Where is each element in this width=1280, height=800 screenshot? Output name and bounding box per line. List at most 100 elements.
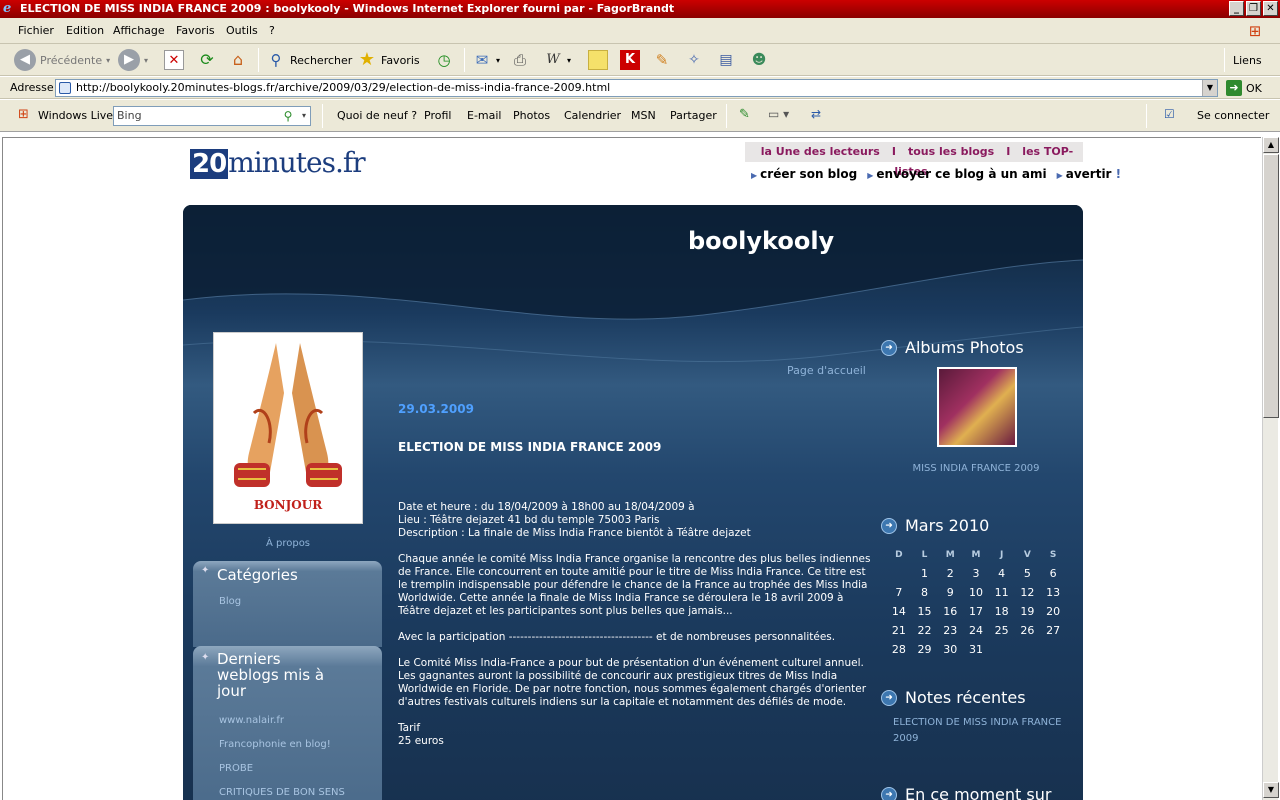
post-info-line: Date et heure : du 18/04/2009 à 18h00 au… — [398, 501, 695, 513]
live-msn[interactable]: MSN — [631, 109, 656, 122]
address-input[interactable]: http://boolykooly.20minutes-blogs.fr/arc… — [55, 79, 1218, 97]
scroll-up-icon[interactable]: ▲ — [1263, 137, 1279, 153]
post-info-line: Lieu : Téâtre dejazet 41 bd du temple 75… — [398, 514, 660, 526]
link-creer-blog[interactable]: ▶ créer son blog — [751, 167, 857, 181]
recent-blog-link[interactable]: CRITIQUES DE BON SENS — [193, 787, 382, 798]
pen-icon[interactable]: ✎ — [652, 50, 672, 70]
link-creer-blog-label: créer son blog — [760, 167, 858, 181]
menu-edition[interactable]: Edition — [66, 24, 104, 37]
live-calendrier[interactable]: Calendrier — [564, 109, 621, 122]
recent-note-link[interactable]: ELECTION DE MISS INDIA FRANCE 2009 — [893, 715, 1063, 747]
link-envoyer-blog[interactable]: ▶ envoyer ce blog à un ami — [867, 167, 1046, 181]
close-button[interactable]: ✕ — [1263, 1, 1278, 16]
menu-bar: Fichier Edition Affichage Favoris Outils… — [0, 18, 1280, 44]
post-tarif-label: Tarif — [398, 722, 421, 734]
recent-blog-link[interactable]: PROBE — [193, 763, 382, 774]
go-label: OK — [1246, 81, 1262, 95]
link-tous-blogs[interactable]: tous les blogs — [908, 145, 994, 158]
calendar-day: 8 — [921, 586, 929, 599]
post-info-line: Description : La finale de Miss India Fr… — [398, 527, 751, 539]
bullet-icon: ▶ — [1056, 171, 1063, 180]
signin-link[interactable]: Se connecter — [1197, 109, 1269, 122]
apropos-link[interactable]: À propos — [213, 538, 363, 549]
site-logo[interactable]: 20minutes.fr — [190, 146, 366, 180]
address-bar: Adresse http://boolykooly.20minutes-blog… — [0, 77, 1280, 99]
refresh-icon[interactable]: ⟳ — [197, 50, 217, 70]
forward-dropdown-icon[interactable]: ▾ — [144, 56, 148, 65]
album-caption-link[interactable]: MISS INDIA FRANCE 2009 — [881, 463, 1071, 474]
windows-live-brand[interactable]: Windows Live — [38, 109, 113, 122]
history-icon[interactable]: ◷ — [434, 50, 454, 70]
album-thumbnail[interactable] — [937, 367, 1017, 447]
calendar-day: 26 — [1020, 624, 1035, 637]
edit-dropdown-icon[interactable]: ▾ — [567, 56, 571, 65]
bing-search-icon[interactable]: ⚲ — [280, 108, 296, 124]
bookmark-icon[interactable]: ✧ — [684, 50, 704, 70]
live-quoi-de-neuf[interactable]: Quoi de neuf ? — [337, 109, 417, 122]
window-title-bar: e ELECTION DE MISS INDIA FRANCE 2009 : b… — [0, 0, 1280, 18]
calendar-day — [989, 640, 1015, 659]
menu-help[interactable]: ? — [269, 24, 275, 37]
minimize-button[interactable]: _ — [1229, 1, 1244, 16]
back-label: Précédente — [40, 53, 103, 67]
star-icon: ★ — [358, 49, 376, 70]
go-button[interactable]: ➜ OK — [1226, 80, 1262, 96]
bing-search-input[interactable]: Bing ⚲ ▾ — [113, 106, 311, 126]
forward-arrow-icon: ▶ — [118, 49, 140, 71]
avertir-bang: ! — [1115, 167, 1122, 181]
favorites-button[interactable]: ★ Favoris — [357, 48, 420, 72]
live-partager[interactable]: Partager — [670, 109, 717, 122]
blog-title[interactable]: boolykooly — [688, 227, 834, 255]
restore-button[interactable]: ❐ — [1246, 1, 1261, 16]
edit-word-icon[interactable]: W — [543, 50, 563, 70]
back-dropdown-icon[interactable]: ▾ — [106, 56, 110, 65]
live-profil[interactable]: Profil — [424, 109, 451, 122]
post-tarif-value: 25 euros — [398, 735, 444, 747]
translate-icon[interactable]: ⇄ — [811, 107, 821, 121]
link-avertir[interactable]: ▶ avertir ! — [1057, 167, 1122, 181]
forward-button[interactable]: ▶ ▾ — [118, 48, 148, 72]
links-label: Liens — [1233, 53, 1262, 67]
note-icon[interactable] — [588, 50, 608, 70]
live-photos[interactable]: Photos — [513, 109, 550, 122]
mail-dropdown-icon[interactable]: ▾ — [496, 56, 500, 65]
bullet-icon: ▶ — [867, 171, 874, 180]
scrollbar-thumb[interactable] — [1263, 154, 1279, 418]
category-blog-link[interactable]: Blog — [193, 596, 382, 607]
blog-tool-icon[interactable]: ✎ — [739, 107, 750, 122]
home-icon[interactable]: ⌂ — [228, 50, 248, 70]
kaspersky-icon[interactable]: K — [620, 50, 640, 70]
home-page-link[interactable]: Page d'accueil — [787, 364, 866, 377]
scroll-down-icon[interactable]: ▼ — [1263, 782, 1279, 798]
calendar-day: 4 — [998, 567, 1006, 580]
link-avertir-label: avertir — [1065, 167, 1112, 181]
link-une-lecteurs[interactable]: la Une des lecteurs — [761, 145, 880, 158]
calendar-day: 27 — [1046, 624, 1061, 637]
recent-blog-link[interactable]: Francophonie en blog! — [193, 739, 382, 750]
research-icon[interactable]: ▤ — [716, 50, 736, 70]
windows-live-flag-icon: ⊞ — [18, 107, 29, 122]
bing-dropdown-icon[interactable]: ▾ — [298, 107, 310, 125]
messenger-icon[interactable]: ☻ — [749, 50, 769, 70]
vertical-scrollbar[interactable]: ▲ ▼ — [1262, 137, 1279, 800]
links-button[interactable]: Liens — [1233, 48, 1262, 72]
calendar-day: 3 — [972, 567, 980, 580]
back-button[interactable]: ◀ Précédente ▾ — [14, 48, 110, 72]
recent-blog-link[interactable]: www.nalair.fr — [193, 715, 382, 726]
menu-outils[interactable]: Outils — [226, 24, 258, 37]
window-view-icon[interactable]: ▭ ▾ — [768, 107, 789, 121]
notes-heading: ➜ Notes récentes — [881, 688, 1026, 707]
print-icon[interactable]: ⎙ — [510, 50, 530, 70]
stop-icon[interactable]: ✕ — [164, 50, 184, 70]
search-button[interactable]: ⚲ Rechercher — [266, 48, 353, 72]
action-links: ▶ créer son blog ▶ envoyer ce blog à un am… — [751, 167, 1121, 181]
top-link-separator: I — [891, 145, 896, 158]
menu-favoris[interactable]: Favoris — [176, 24, 215, 37]
calendar-day: 11 — [994, 586, 1009, 599]
post-title[interactable]: ELECTION DE MISS INDIA FRANCE 2009 — [398, 440, 661, 454]
address-dropdown-icon[interactable]: ▼ — [1202, 80, 1217, 96]
live-email[interactable]: E-mail — [467, 109, 502, 122]
mail-icon[interactable]: ✉ — [472, 50, 492, 70]
menu-affichage[interactable]: Affichage — [113, 24, 165, 37]
menu-fichier[interactable]: Fichier — [18, 24, 54, 37]
